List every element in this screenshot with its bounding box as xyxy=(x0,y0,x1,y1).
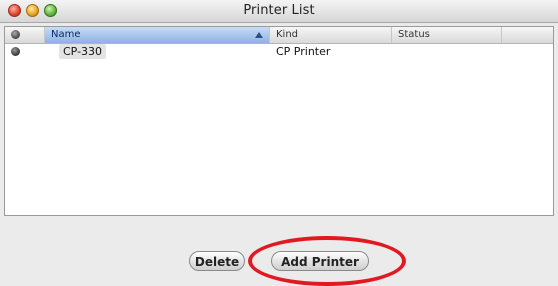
printer-list-window: Printer List Name Kind Status CP-330 CP … xyxy=(0,0,558,286)
highlight-circle-annotation xyxy=(248,236,406,286)
table-header: Name Kind Status xyxy=(5,27,553,44)
header-name-column[interactable]: Name xyxy=(45,27,270,43)
title-bar[interactable]: Printer List xyxy=(0,0,558,23)
header-status-indicator[interactable] xyxy=(5,27,45,43)
printer-table: Name Kind Status CP-330 CP Printer xyxy=(4,26,554,216)
window-title: Printer List xyxy=(243,3,315,18)
status-dot-icon xyxy=(11,30,20,39)
header-empty-column xyxy=(502,27,553,43)
header-kind-label: Kind xyxy=(276,29,299,40)
sort-ascending-icon xyxy=(255,32,263,38)
delete-button[interactable]: Delete xyxy=(189,251,245,271)
printer-status-dot-icon xyxy=(11,47,20,56)
printer-kind-cell: CP Printer xyxy=(276,45,331,58)
printer-name-cell[interactable]: CP-330 xyxy=(59,44,107,59)
header-status-label: Status xyxy=(398,29,430,40)
table-row[interactable]: CP-330 CP Printer xyxy=(5,43,553,60)
header-kind-column[interactable]: Kind xyxy=(270,27,392,43)
header-name-label: Name xyxy=(51,29,81,40)
header-status-column[interactable]: Status xyxy=(392,27,502,43)
